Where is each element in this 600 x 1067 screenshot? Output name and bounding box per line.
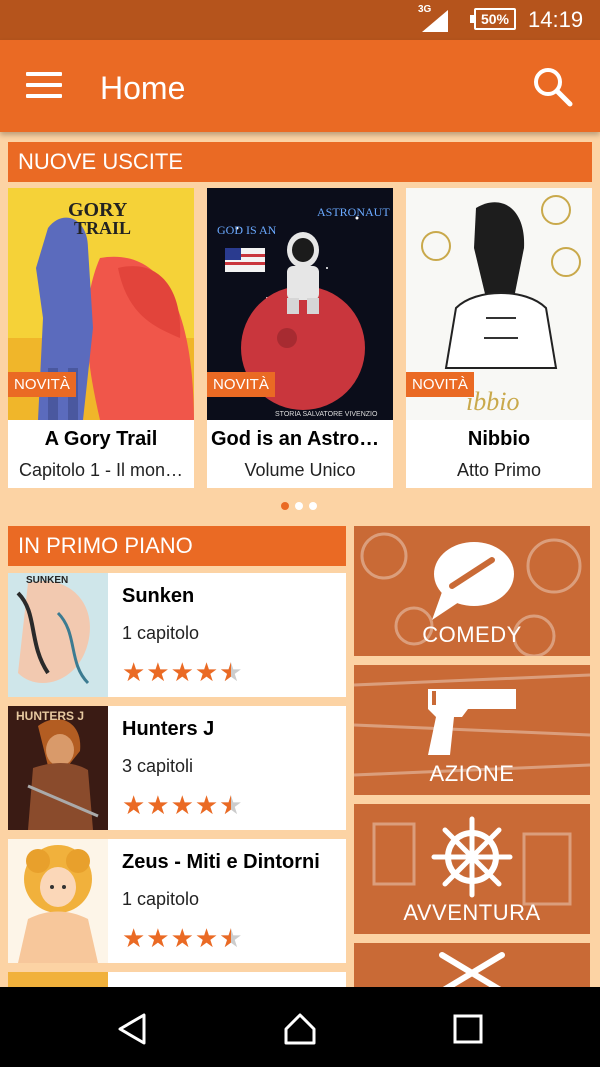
featured-item[interactable]: Zeus - Miti e Dintorni 1 capitolo ★★★★★ — [8, 839, 346, 963]
release-title: Nibbio — [467, 428, 531, 450]
genre-label: COMEDY — [422, 622, 522, 647]
featured-subtitle: 1 capitolo — [122, 623, 200, 643]
genre-tile-avventura[interactable]: AVVENTURA — [354, 804, 590, 934]
search-icon[interactable] — [532, 66, 574, 108]
speech-bubble-icon — [432, 542, 514, 620]
release-card[interactable]: GORY TRAIL NOVITÀ A Gory Trail Capitolo … — [8, 188, 194, 488]
ship-wheel-icon — [431, 816, 513, 898]
new-badge: NOVITÀ — [8, 372, 76, 397]
back-icon[interactable] — [114, 1011, 150, 1047]
menu-icon[interactable] — [26, 72, 62, 100]
pager-dot[interactable] — [281, 502, 289, 510]
featured-item[interactable]: SUNKEN Sunken 1 capitolo ★★★★★ — [8, 573, 346, 697]
release-title: God is an Astron… — [211, 428, 392, 450]
featured-item[interactable]: HUNTERS J Hunters J 3 capitoli ★★★★★ — [8, 706, 346, 830]
genre-tile-azione[interactable]: AZIONE — [354, 665, 590, 795]
release-subtitle: Atto Primo — [456, 460, 542, 480]
app-toolbar: Home — [0, 40, 600, 132]
page-title: Home — [100, 70, 186, 106]
svg-text:STORIA SALVATORE VIVENZIO: STORIA SALVATORE VIVENZIO — [275, 411, 378, 418]
featured-subtitle: 3 capitoli — [122, 756, 194, 776]
clock: 14:19 — [528, 7, 584, 32]
pistol-icon — [428, 689, 516, 755]
release-card[interactable]: GOD IS AN ASTRONAUT STORIA SALVATORE VIV… — [207, 188, 393, 488]
status-bar: 3G 50% 14:19 — [0, 0, 600, 40]
section-header-new-releases: NUOVE USCITE — [8, 142, 592, 182]
svg-text:SUNKEN: SUNKEN — [26, 575, 68, 586]
release-card[interactable]: ibbio NOVITÀ Nibbio Atto Primo — [406, 188, 592, 488]
featured-item[interactable] — [8, 972, 346, 987]
recents-icon[interactable] — [450, 1011, 486, 1047]
featured-subtitle: 1 capitolo — [122, 889, 200, 909]
svg-text:ASTRONAUT: ASTRONAUT — [317, 205, 390, 219]
cover-thumbnail — [8, 839, 108, 963]
featured-title: Sunken — [122, 585, 195, 607]
svg-text:HUNTERS J: HUNTERS J — [16, 709, 84, 723]
genre-tile-comedy[interactable]: COMEDY — [354, 526, 590, 656]
rating-stars: ★★★★★ — [122, 925, 244, 951]
svg-text:ibbio: ibbio — [466, 387, 519, 416]
genre-label: AZIONE — [429, 761, 515, 786]
new-badge: NOVITÀ — [207, 372, 275, 397]
pager-dot[interactable] — [295, 502, 303, 510]
rating-stars: ★★★★★ — [122, 659, 244, 685]
svg-text:GOD IS AN: GOD IS AN — [217, 223, 277, 237]
release-subtitle: Volume Unico — [244, 460, 356, 480]
battery-indicator: 50% — [470, 8, 516, 30]
carousel-pager[interactable] — [281, 497, 323, 515]
section-header-featured: IN PRIMO PIANO — [8, 526, 346, 566]
cover-thumbnail — [8, 972, 108, 987]
featured-title: Zeus - Miti e Dintorni — [122, 851, 320, 873]
new-badge: NOVITÀ — [406, 372, 474, 397]
rating-stars: ★★★★★ — [122, 792, 244, 818]
pager-dot[interactable] — [309, 502, 317, 510]
release-title: A Gory Trail — [44, 428, 158, 450]
signal-icon — [422, 10, 448, 32]
genre-label: AVVENTURA — [403, 900, 541, 925]
release-subtitle: Capitolo 1 - Il mon… — [18, 460, 184, 480]
system-nav-bar — [0, 987, 600, 1067]
genre-tile-partial[interactable] — [354, 943, 590, 987]
home-icon[interactable] — [282, 1011, 318, 1047]
crossed-swords-icon — [439, 952, 505, 987]
svg-text:TRAIL: TRAIL — [74, 218, 131, 238]
cover-thumbnail: HUNTERS J — [8, 706, 108, 830]
featured-title: Hunters J — [122, 718, 215, 740]
cover-thumbnail: SUNKEN — [8, 573, 108, 697]
